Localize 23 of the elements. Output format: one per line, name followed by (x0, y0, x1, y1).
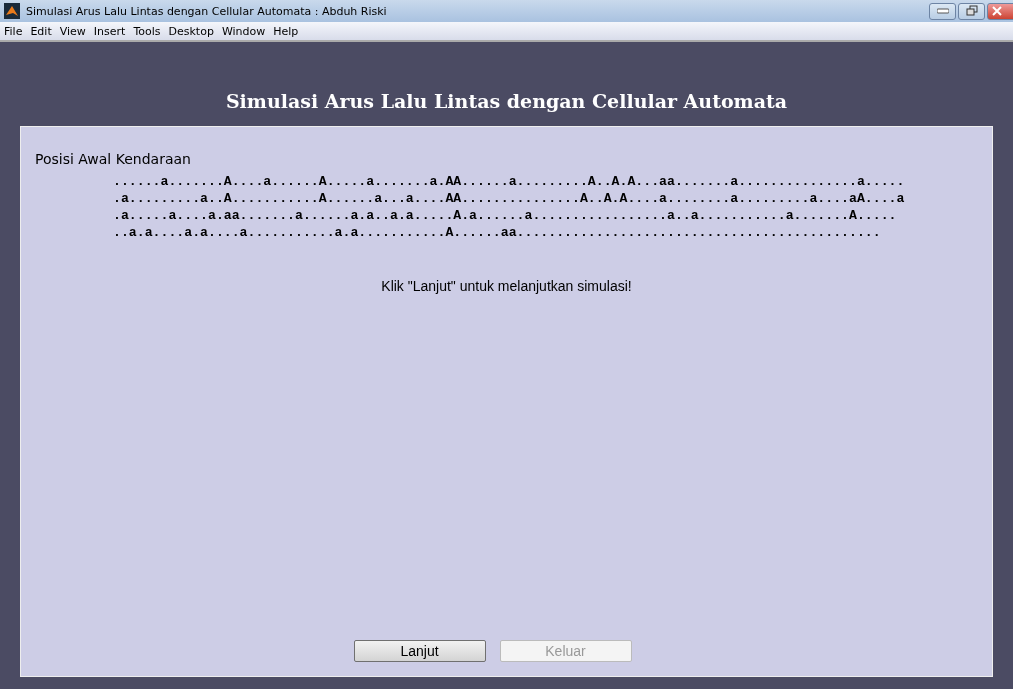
cell-row-text: ......a.......A....a......A.....a.......a.AA......a.........A..A.A...aa.......a...............a..... (113, 173, 906, 190)
menu-item[interactable]: Help (273, 24, 299, 38)
message: Klik "Lanjut" untuk melanjutkan simulasi! (380, 278, 633, 294)
cell-row-text: .a.........a..A...........A......a...a....AA...............A..A.A....a........a.........a....aA....a (113, 190, 906, 207)
cell-row-text: ..a.a....a.a....a...........a.a...........A......aa.............................................. (113, 224, 882, 241)
push-button[interactable]: Lanjut (353, 640, 486, 662)
minimize-button[interactable] (929, 2, 956, 20)
menu-item[interactable]: Tools (133, 24, 161, 38)
cell-row-text: .a.....a....a.aa.......a......a.a..a.a.....A.a......a.................a..a...........a.......A..... (113, 207, 898, 224)
close-icon (992, 6, 1002, 16)
app-icon (4, 3, 20, 19)
menu-item[interactable]: Edit (30, 24, 52, 38)
minimize-icon (936, 8, 949, 14)
heading: Simulasi Arus Lalu Lintas dengan Cellular Automata (224, 89, 789, 114)
menu-item[interactable]: View (59, 24, 86, 38)
restore-button[interactable] (958, 2, 985, 20)
menu-item[interactable]: Insert (93, 24, 126, 38)
restore-icon (965, 5, 978, 17)
menu-item[interactable]: Window (221, 24, 266, 38)
menu-item[interactable]: Desktop (168, 24, 214, 38)
panel-title: Posisi Awal Kendaraan (35, 151, 192, 167)
menu-item[interactable]: File (4, 24, 23, 38)
window-title: Simulasi Arus Lalu Lintas dengan Cellular Automata : Abduh Riski (26, 4, 387, 18)
